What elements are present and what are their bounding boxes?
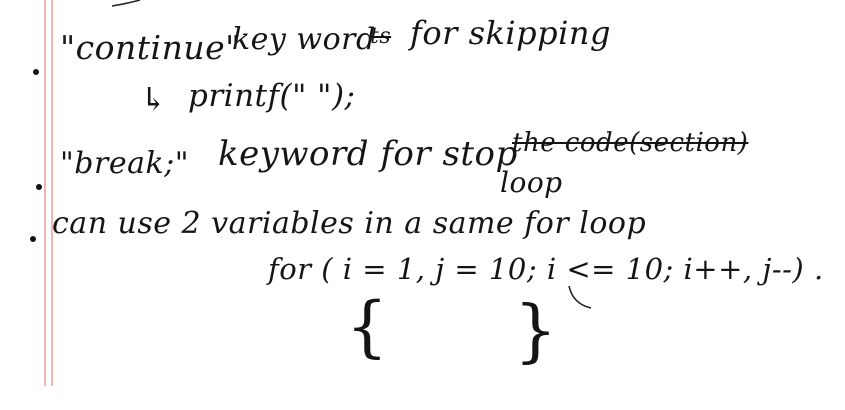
line3-correction: loop — [500, 166, 563, 199]
close-brace: } — [514, 292, 558, 371]
margin-line-left — [44, 0, 46, 386]
margin-line-right — [51, 0, 53, 386]
tick-mark — [568, 285, 592, 309]
line3-struck-text: the code(section) — [512, 128, 749, 158]
line3-text: keyword for stop — [218, 134, 518, 174]
bullet-1 — [33, 69, 39, 75]
continue-keyword: "continue" — [60, 28, 241, 67]
line1-text: key word — [232, 22, 376, 57]
line4-text: can use 2 variables in a same for loop — [52, 206, 647, 241]
bullet-3 — [30, 236, 36, 242]
for-loop-code: for ( i = 1, j = 10; i <= 10; i++, j--) … — [268, 252, 824, 286]
break-keyword: "break;" — [60, 146, 190, 181]
bullet-2 — [36, 184, 42, 190]
printf-code: printf(" "); — [188, 78, 356, 114]
line1-struck-text: ts — [370, 24, 392, 49]
open-brace: { — [346, 288, 388, 365]
arrow-icon: ↳ — [140, 80, 168, 118]
line1-text-end: for skipping — [410, 14, 611, 52]
